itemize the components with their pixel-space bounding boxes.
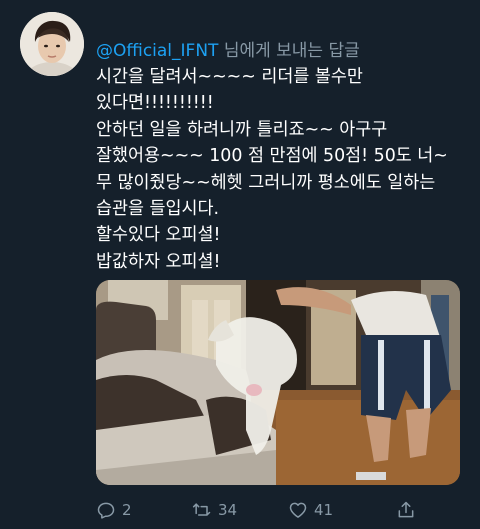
media-photo xyxy=(96,280,460,485)
tweet: @Official_IFNT 님에게 보내는 답글 시간을 달려서~~~~ 리더… xyxy=(0,0,480,529)
retweet-icon xyxy=(192,503,211,516)
retweet-count: 34 xyxy=(218,501,238,519)
share-icon xyxy=(398,501,414,518)
reply-suffix: 님에게 보내는 답글 xyxy=(218,41,360,61)
reply-icon xyxy=(97,502,115,519)
share-button[interactable] xyxy=(396,498,422,522)
like-count: 41 xyxy=(314,501,334,519)
reply-count: 2 xyxy=(122,501,132,519)
tweet-text: 시간을 달려서~~~~ 리더를 볼수만 있다면!!!!!!!!!! 안하던 일을… xyxy=(96,67,448,272)
heart-icon xyxy=(289,502,307,518)
tweet-media[interactable] xyxy=(96,280,460,485)
reply-handle-link[interactable]: @Official_IFNT xyxy=(96,41,218,61)
avatar[interactable] xyxy=(20,12,84,76)
avatar-photo xyxy=(20,12,84,76)
reply-button[interactable]: 2 xyxy=(96,498,132,522)
tweet-actions: 2 34 41 xyxy=(96,498,436,522)
like-button[interactable]: 41 xyxy=(288,498,333,522)
retweet-button[interactable]: 34 xyxy=(192,498,237,522)
reply-to-line: @Official_IFNT 님에게 보내는 답글 xyxy=(96,36,360,61)
